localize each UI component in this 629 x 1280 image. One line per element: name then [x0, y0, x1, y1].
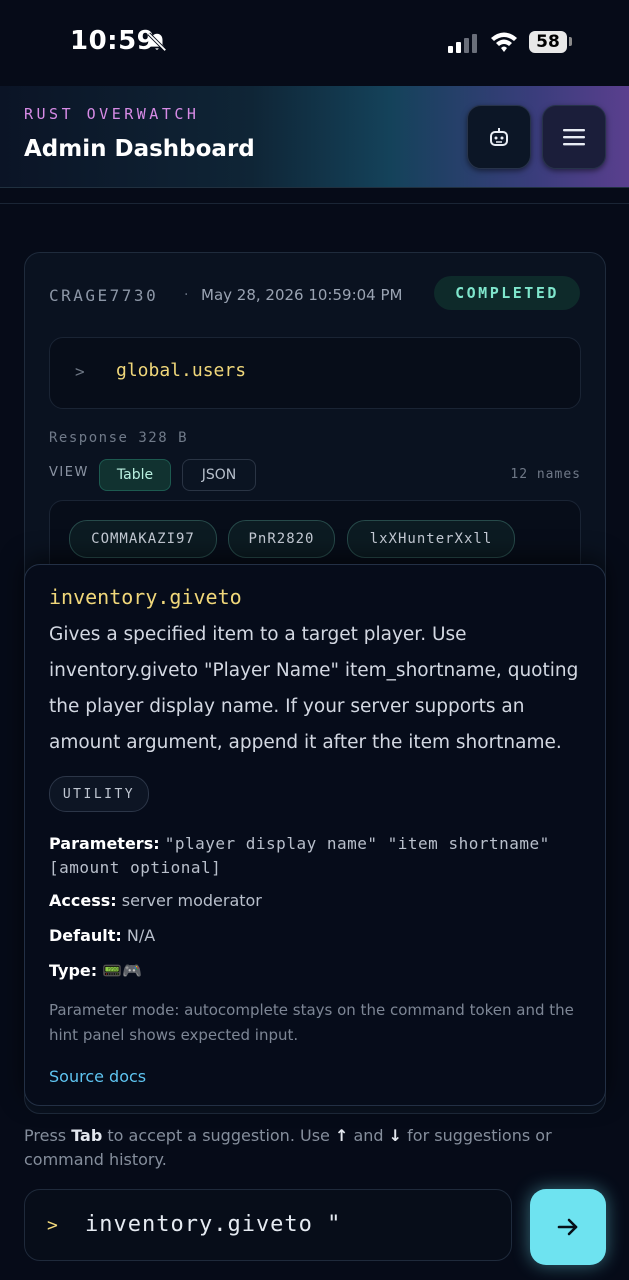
battery-level: 58 [529, 31, 567, 53]
type-value: 📟🎮 [102, 961, 143, 980]
view-table-toggle[interactable]: Table [99, 459, 171, 491]
arrow-right-icon [557, 1218, 578, 1236]
tab-key: Tab [71, 1126, 103, 1145]
command-input-value[interactable]: inventory.giveto " [85, 1212, 341, 1237]
robot-icon [490, 128, 508, 146]
executed-command: global.users [116, 360, 247, 381]
command-input[interactable]: > inventory.giveto " [24, 1189, 512, 1261]
category-tag: UTILITY [49, 776, 149, 812]
menu-button[interactable] [542, 105, 606, 169]
name-chip[interactable]: COMMAKAZI97 [69, 520, 217, 558]
executed-command-box: > global.users [49, 337, 581, 409]
assistant-button[interactable] [467, 105, 531, 169]
header-divider [0, 203, 629, 204]
hint-description: Gives a specified item to a target playe… [49, 624, 579, 753]
executor-username: CRAGE7730 [49, 286, 159, 305]
parameter-mode-note: Parameter mode: autocomplete stays on th… [49, 1001, 574, 1044]
page-title: Admin Dashboard [24, 136, 255, 162]
names-count: 12 names [510, 467, 581, 482]
name-chip[interactable]: PnR2820 [228, 520, 335, 558]
up-arrow-key: ↑ [334, 1126, 349, 1145]
response-size: Response 328 B [49, 430, 189, 446]
hamburger-menu-icon [563, 129, 585, 146]
name-chip[interactable]: lxXHunterXxll [347, 520, 515, 558]
keyboard-help: Press Tab to accept a suggestion. Use ↑ … [24, 1124, 584, 1172]
parameters-row: Parameters: "player display name" "item … [49, 832, 589, 880]
access-row: Access: server moderator [49, 891, 262, 910]
down-arrow-key: ↓ [388, 1126, 403, 1145]
cellular-signal-icon [448, 33, 477, 53]
default-label: Default: [49, 926, 122, 945]
meta-separator: · [184, 287, 189, 303]
default-value: N/A [126, 926, 156, 945]
view-label: VIEW [49, 465, 89, 480]
clock: 10:59 [70, 26, 156, 56]
command-prompt: > [75, 362, 85, 381]
help-text: Press [24, 1126, 72, 1145]
wifi-icon [491, 32, 517, 52]
status-bar: 10:59 58 [0, 0, 629, 86]
help-text: and [348, 1126, 389, 1145]
parameters-label: Parameters: [49, 834, 160, 853]
type-row: Type: 📟🎮 [49, 961, 142, 980]
view-json-toggle[interactable]: JSON [182, 459, 256, 491]
help-text: to accept a suggestion. Use [102, 1126, 335, 1145]
status-badge: COMPLETED [434, 276, 580, 310]
bell-muted-icon [147, 32, 167, 52]
type-label: Type: [49, 961, 98, 980]
default-row: Default: N/A [49, 926, 155, 945]
battery-tip [569, 37, 572, 46]
send-button[interactable] [530, 1189, 606, 1265]
hint-command-name: inventory.giveto [49, 585, 242, 609]
app-header: RUST OVERWATCH Admin Dashboard [0, 86, 629, 188]
command-hint-panel: inventory.giveto Gives a specified item … [24, 564, 606, 1106]
source-docs-link[interactable]: Source docs [49, 1067, 146, 1086]
app-eyebrow: RUST OVERWATCH [24, 105, 200, 123]
execution-timestamp: May 28, 2026 10:59:04 PM [201, 286, 403, 304]
access-value: server moderator [121, 891, 262, 910]
input-prompt: > [47, 1215, 58, 1236]
access-label: Access: [49, 891, 117, 910]
